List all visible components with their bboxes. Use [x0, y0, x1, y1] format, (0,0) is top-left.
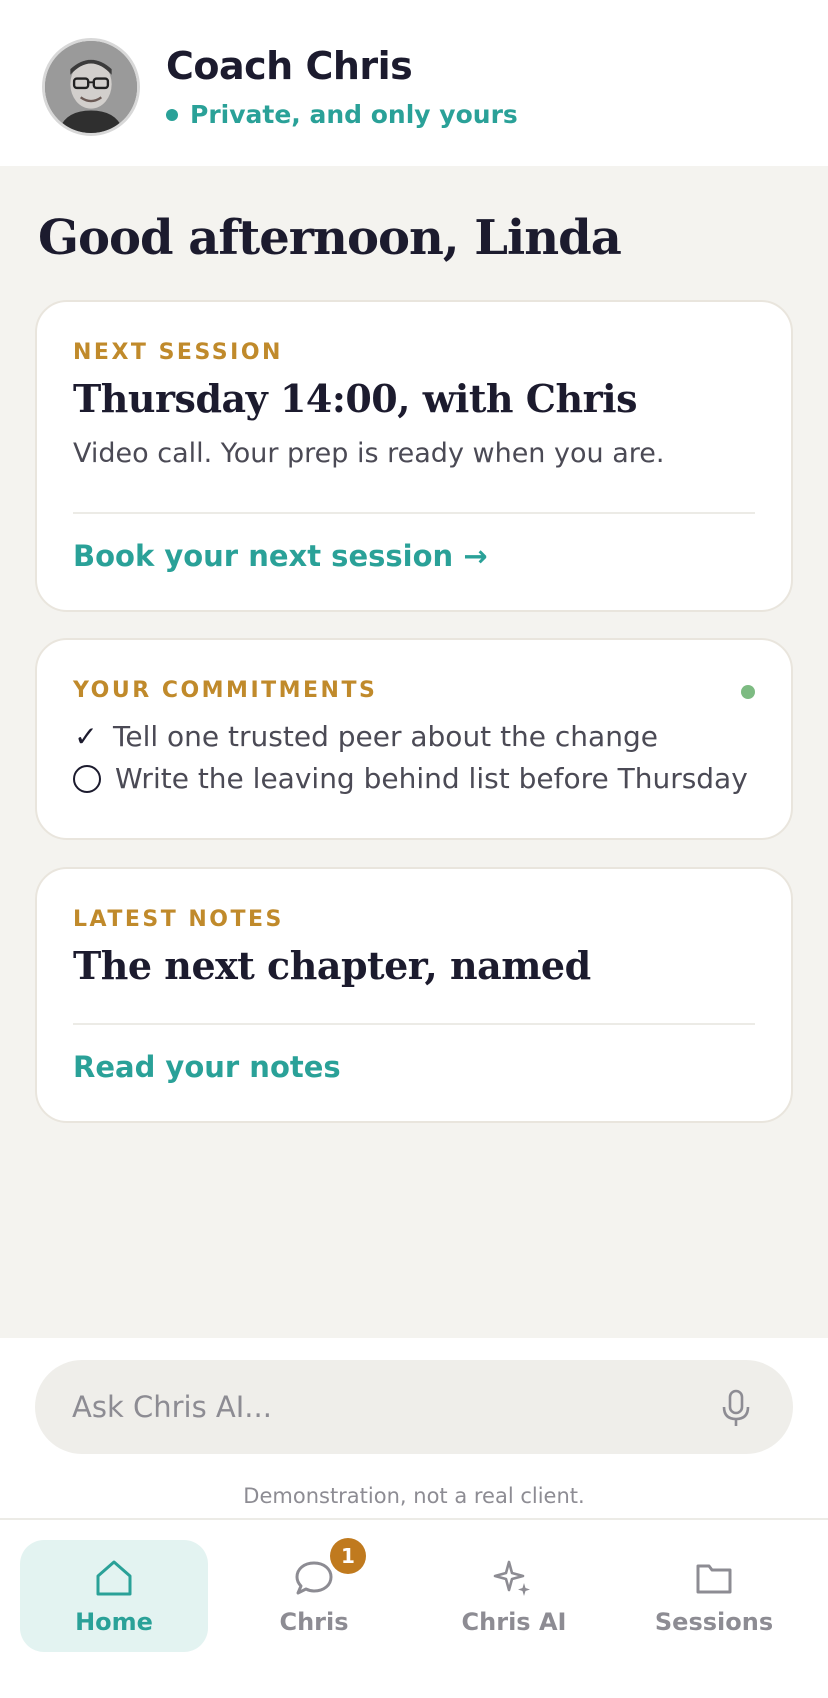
commitments-status-dot-icon: [741, 685, 755, 699]
coach-name: Coach Chris: [166, 44, 413, 88]
nav-label: Sessions: [654, 1608, 774, 1636]
commitments-label: YOUR COMMITMENTS: [73, 678, 378, 703]
ask-area: Demonstration, not a real client.: [0, 1338, 828, 1518]
commitment-item-pending[interactable]: Write the leaving behind list before Thu…: [73, 762, 748, 795]
empty-circle-checkbox-icon[interactable]: [73, 764, 101, 793]
latest-notes-label: LATEST NOTES: [73, 907, 284, 932]
page-greeting: Good afternoon, Linda: [38, 210, 622, 266]
privacy-status-text: Private, and only yours: [190, 100, 518, 129]
commitment-item-done[interactable]: ✓ Tell one trusted peer about the change: [73, 720, 658, 753]
commitment-text: Tell one trusted peer about the change: [113, 720, 658, 753]
microphone-icon[interactable]: [718, 1388, 754, 1428]
next-session-label: NEXT SESSION: [73, 340, 283, 365]
book-next-session-link[interactable]: Book your next session →: [73, 539, 488, 573]
card-divider: [73, 1023, 755, 1025]
latest-notes-card: LATEST NOTES The next chapter, named Rea…: [35, 867, 793, 1123]
sparkle-icon: [493, 1560, 530, 1596]
next-session-card: NEXT SESSION Thursday 14:00, with Chris …: [35, 300, 793, 612]
latest-notes-title: The next chapter, named: [73, 943, 591, 988]
nav-tab-chris-ai[interactable]: Chris AI: [420, 1540, 608, 1652]
nav-label: Chris: [279, 1608, 349, 1636]
privacy-status: Private, and only yours: [166, 100, 518, 129]
app-header: Coach Chris Private, and only yours: [0, 0, 828, 166]
nav-tab-home[interactable]: Home: [20, 1540, 208, 1652]
folder-icon: [696, 1564, 732, 1594]
read-notes-link[interactable]: Read your notes: [73, 1050, 341, 1084]
nav-tab-sessions[interactable]: Sessions: [620, 1540, 808, 1652]
ask-chris-ai-input[interactable]: [35, 1360, 793, 1454]
commitments-card: YOUR COMMITMENTS ✓ Tell one trusted peer…: [35, 638, 793, 840]
unread-badge: 1: [330, 1538, 366, 1574]
card-divider: [73, 512, 755, 514]
next-session-title: Thursday 14:00, with Chris: [73, 376, 637, 421]
checkmark-icon[interactable]: ✓: [73, 720, 99, 753]
nav-label: Chris AI: [461, 1608, 567, 1636]
coach-avatar-image: [45, 41, 137, 133]
next-session-subtitle: Video call. Your prep is ready when you …: [73, 438, 665, 469]
bottom-navigation: Home 1 Chris Chris AI Sessions: [0, 1518, 828, 1698]
status-dot-icon: [166, 108, 178, 121]
commitment-text: Write the leaving behind list before Thu…: [115, 762, 748, 795]
coach-avatar[interactable]: [42, 38, 140, 136]
demo-disclaimer: Demonstration, not a real client.: [243, 1484, 585, 1508]
chat-bubble-icon: [295, 1561, 333, 1595]
nav-tab-chris[interactable]: 1 Chris: [220, 1538, 408, 1652]
nav-label: Home: [75, 1608, 153, 1636]
home-icon: [96, 1560, 132, 1596]
